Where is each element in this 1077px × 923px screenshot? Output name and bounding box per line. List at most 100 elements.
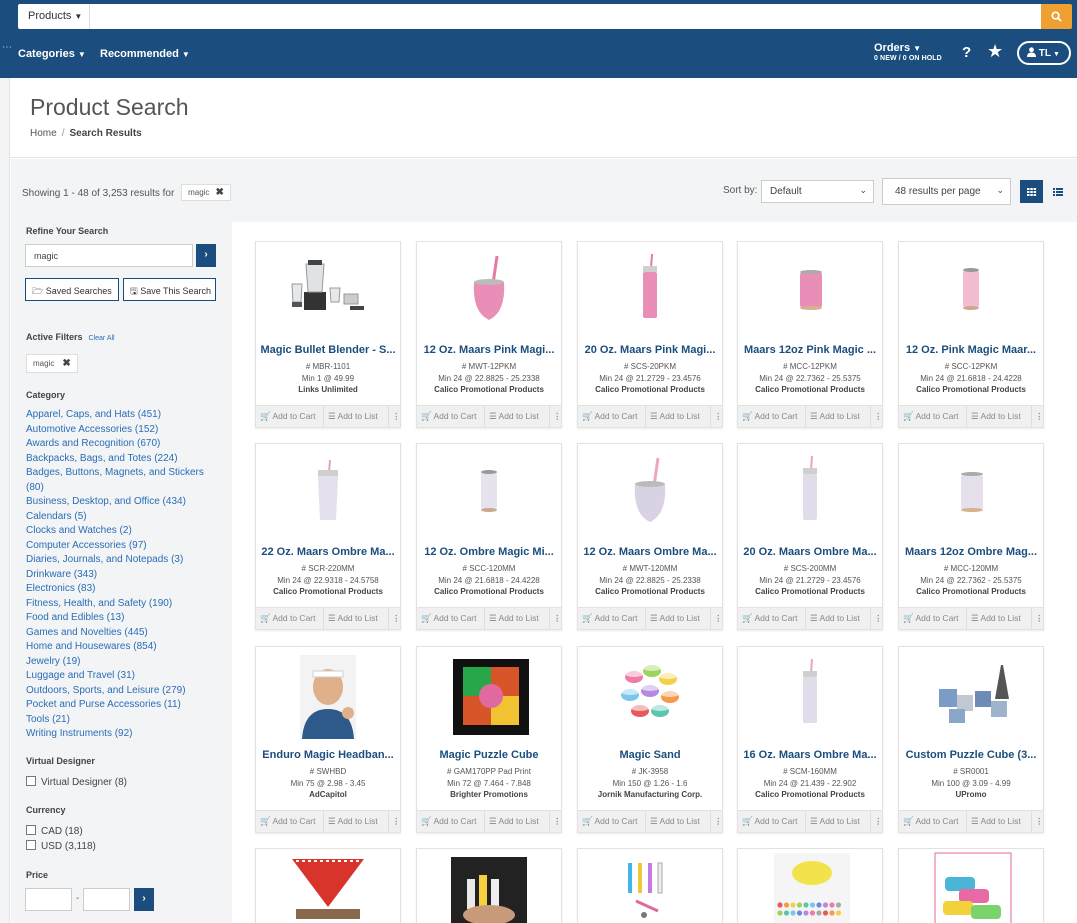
product-image[interactable] xyxy=(256,647,400,742)
product-image[interactable] xyxy=(578,444,722,539)
add-to-list-button[interactable]: ☰ Add to List xyxy=(489,816,539,827)
product-name[interactable]: 22 Oz. Maars Ombre Ma... xyxy=(260,546,396,558)
product-image[interactable] xyxy=(256,849,400,923)
product-card[interactable] xyxy=(416,848,562,923)
product-image[interactable] xyxy=(899,849,1043,923)
product-card[interactable]: 12 Oz. Maars Pink Magi... # MWT-12PKM Mi… xyxy=(416,241,562,428)
category-link[interactable]: Games and Novelties (445) xyxy=(26,626,226,641)
add-to-list-button[interactable]: ☰ Add to List xyxy=(489,613,539,624)
breadcrumb-home[interactable]: Home xyxy=(30,128,57,139)
category-link[interactable]: Luggage and Travel (31) xyxy=(26,669,226,684)
save-this-search-button[interactable]: 🖫 Save This Search xyxy=(123,278,216,301)
more-options-icon[interactable]: ⋮ xyxy=(1035,816,1043,827)
product-image[interactable] xyxy=(738,849,882,923)
category-link[interactable]: Diaries, Journals, and Notepads (3) xyxy=(26,553,226,568)
checkbox[interactable] xyxy=(26,840,36,850)
add-to-list-button[interactable]: ☰ Add to List xyxy=(810,411,860,422)
more-options-icon[interactable]: ⋮ xyxy=(874,613,882,624)
more-options-icon[interactable]: ⋮ xyxy=(874,816,882,827)
more-options-icon[interactable]: ⋮ xyxy=(392,816,400,827)
product-image[interactable] xyxy=(899,647,1043,742)
add-to-list-button[interactable]: ☰ Add to List xyxy=(971,411,1021,422)
category-link[interactable]: Electronics (83) xyxy=(26,582,226,597)
saved-searches-button[interactable]: 🗁 Saved Searches xyxy=(25,278,119,301)
help-icon[interactable]: ? xyxy=(962,44,971,61)
product-image[interactable] xyxy=(738,242,882,337)
add-to-cart-button[interactable]: 🛒 Add to Cart xyxy=(582,816,638,827)
orders-menu[interactable]: Orders ▼ 0 NEW / 0 ON HOLD xyxy=(874,42,942,62)
product-name[interactable]: Magic Bullet Blender - S... xyxy=(260,344,396,356)
product-image[interactable] xyxy=(578,647,722,742)
product-card[interactable]: Enduro Magic Headban... # SWHBD Min 75 @… xyxy=(255,646,401,833)
global-search-input[interactable] xyxy=(90,4,1041,29)
refine-search-input[interactable]: magic xyxy=(25,244,193,267)
price-max-input[interactable] xyxy=(83,888,130,911)
add-to-list-button[interactable]: ☰ Add to List xyxy=(650,613,700,624)
add-to-cart-button[interactable]: 🛒 Add to Cart xyxy=(260,816,316,827)
add-to-cart-button[interactable]: 🛒 Add to Cart xyxy=(903,613,959,624)
category-link[interactable]: Writing Instruments (92) xyxy=(26,727,226,742)
add-to-list-button[interactable]: ☰ Add to List xyxy=(971,816,1021,827)
product-card[interactable]: Magic Puzzle Cube # GAM170PP Pad Print M… xyxy=(416,646,562,833)
product-card[interactable] xyxy=(898,848,1044,923)
virtual-designer-option[interactable]: Virtual Designer (8) xyxy=(26,776,127,788)
add-to-list-button[interactable]: ☰ Add to List xyxy=(328,613,378,624)
add-to-cart-button[interactable]: 🛒 Add to Cart xyxy=(742,411,798,422)
product-name[interactable]: 16 Oz. Maars Ombre Ma... xyxy=(742,749,878,761)
search-submit-button[interactable] xyxy=(1041,4,1072,29)
per-page-select[interactable]: 48 results per page ⌄ xyxy=(882,178,1011,205)
add-to-cart-button[interactable]: 🛒 Add to Cart xyxy=(260,411,316,422)
add-to-cart-button[interactable]: 🛒 Add to Cart xyxy=(903,411,959,422)
product-card[interactable] xyxy=(577,848,723,923)
category-link[interactable]: Business, Desktop, and Office (434) xyxy=(26,495,226,510)
more-options-icon[interactable]: ⋮ xyxy=(553,411,561,422)
add-to-list-button[interactable]: ☰ Add to List xyxy=(810,613,860,624)
product-name[interactable]: Custom Puzzle Cube (3... xyxy=(903,749,1039,761)
category-link[interactable]: Outdoors, Sports, and Leisure (279) xyxy=(26,684,226,699)
product-name[interactable]: 12 Oz. Maars Ombre Ma... xyxy=(582,546,718,558)
add-to-list-button[interactable]: ☰ Add to List xyxy=(650,411,700,422)
product-name[interactable]: 12 Oz. Ombre Magic Mi... xyxy=(421,546,557,558)
category-link[interactable]: Tools (21) xyxy=(26,713,226,728)
refine-search-button[interactable]: › xyxy=(196,244,216,267)
nav-recommended[interactable]: Recommended ▼ xyxy=(100,48,190,60)
product-name[interactable]: 12 Oz. Pink Magic Maar... xyxy=(903,344,1039,356)
category-link[interactable]: Calendars (5) xyxy=(26,510,226,525)
product-card[interactable]: Maars 12oz Pink Magic ... # MCC-12PKM Mi… xyxy=(737,241,883,428)
more-options-icon[interactable]: ⋮ xyxy=(714,411,722,422)
product-name[interactable]: Maars 12oz Ombre Mag... xyxy=(903,546,1039,558)
product-card[interactable]: 20 Oz. Maars Ombre Ma... # SCS-200MM Min… xyxy=(737,443,883,630)
product-name[interactable]: Maars 12oz Pink Magic ... xyxy=(742,344,878,356)
product-card[interactable]: Magic Bullet Blender - S... # MBR-1101 M… xyxy=(255,241,401,428)
product-image[interactable] xyxy=(738,647,882,742)
category-link[interactable]: Computer Accessories (97) xyxy=(26,539,226,554)
product-image[interactable] xyxy=(256,444,400,539)
product-card[interactable]: Maars 12oz Ombre Mag... # MCC-120MM Min … xyxy=(898,443,1044,630)
product-name[interactable]: 20 Oz. Maars Pink Magi... xyxy=(582,344,718,356)
category-link[interactable]: Automotive Accessories (152) xyxy=(26,423,226,438)
product-card[interactable]: Custom Puzzle Cube (3... # SR0001 Min 10… xyxy=(898,646,1044,833)
clear-all-link[interactable]: Clear All xyxy=(89,335,115,342)
category-link[interactable]: Pocket and Purse Accessories (11) xyxy=(26,698,226,713)
sort-select[interactable]: Default ⌄ xyxy=(761,180,874,203)
close-icon[interactable]: ✖ xyxy=(62,358,70,369)
currency-option-usd[interactable]: USD (3,118) xyxy=(26,840,96,852)
more-options-icon[interactable]: ⋮ xyxy=(1035,411,1043,422)
user-menu-button[interactable]: TL ▼ xyxy=(1017,41,1071,65)
add-to-list-button[interactable]: ☰ Add to List xyxy=(489,411,539,422)
product-card[interactable]: 22 Oz. Maars Ombre Ma... # SCR-220MM Min… xyxy=(255,443,401,630)
search-scope-dropdown[interactable]: Products ▼ xyxy=(18,4,90,29)
add-to-list-button[interactable]: ☰ Add to List xyxy=(971,613,1021,624)
category-link[interactable]: Badges, Buttons, Magnets, and Stickers (… xyxy=(26,466,211,495)
more-options-icon[interactable]: ⋮ xyxy=(392,613,400,624)
more-options-icon[interactable]: ⋮ xyxy=(1035,613,1043,624)
add-to-list-button[interactable]: ☰ Add to List xyxy=(328,411,378,422)
list-view-button[interactable] xyxy=(1046,180,1069,203)
product-image[interactable] xyxy=(417,444,561,539)
product-name[interactable]: Magic Puzzle Cube xyxy=(421,749,557,761)
add-to-cart-button[interactable]: 🛒 Add to Cart xyxy=(742,816,798,827)
product-image[interactable] xyxy=(417,647,561,742)
product-card[interactable]: 12 Oz. Pink Magic Maar... # SCC-12PKM Mi… xyxy=(898,241,1044,428)
product-card[interactable] xyxy=(737,848,883,923)
category-link[interactable]: Backpacks, Bags, and Totes (224) xyxy=(26,452,226,467)
